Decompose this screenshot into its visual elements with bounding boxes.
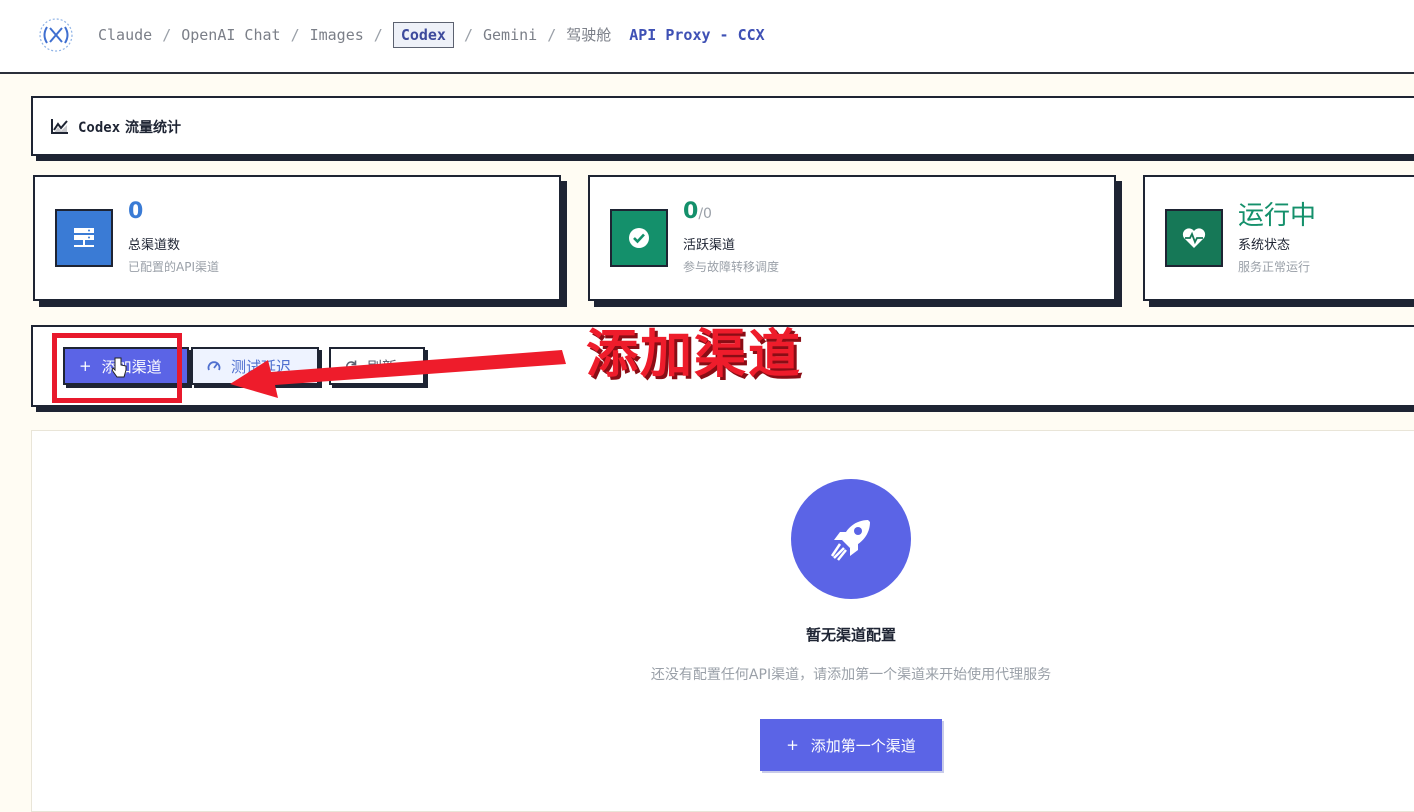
- add-channel-label: 添加渠道: [101, 357, 162, 376]
- mouse-cursor-icon: [112, 357, 127, 378]
- nav-gemini[interactable]: Gemini: [483, 26, 537, 44]
- test-latency-button[interactable]: 测试延迟: [191, 347, 319, 385]
- top-nav: Claude / OpenAI Chat / Images / Codex / …: [0, 0, 1414, 74]
- plus-icon: +: [786, 736, 799, 754]
- total-channels-desc: 已配置的API渠道: [128, 260, 219, 274]
- add-first-channel-button[interactable]: + 添加第一个渠道: [760, 719, 942, 771]
- card-active-channels: 0/0 活跃渠道 参与故障转移调度: [588, 175, 1116, 301]
- system-status-value: 运行中: [1238, 201, 1317, 231]
- empty-state-title: 暂无渠道配置: [805, 626, 896, 644]
- card-total-channels: 0 总渠道数 已配置的API渠道: [33, 175, 561, 301]
- nav-separator: /: [162, 25, 172, 44]
- nav-claude[interactable]: Claude: [98, 26, 152, 44]
- chart-line-icon: [51, 119, 68, 134]
- system-status-label: 系统状态: [1238, 238, 1291, 253]
- card-system-status: 运行中 系统状态 服务正常运行: [1143, 175, 1414, 301]
- system-status-desc: 服务正常运行: [1238, 260, 1311, 274]
- stats-header-label: Codex 流量统计: [78, 117, 181, 137]
- heart-pulse-icon: [1165, 209, 1223, 267]
- breadcrumb: Claude / OpenAI Chat / Images / Codex / …: [98, 21, 765, 48]
- server-icon: [55, 209, 113, 267]
- nav-cockpit[interactable]: 驾驶舱: [566, 24, 611, 45]
- refresh-label: 刷新: [367, 357, 398, 376]
- plus-icon: +: [79, 357, 92, 375]
- active-channels-total: /0: [698, 206, 712, 222]
- nav-separator: /: [547, 25, 557, 44]
- test-latency-label: 测试延迟: [231, 357, 292, 376]
- rocket-icon: [791, 479, 911, 599]
- nav-separator: /: [463, 25, 473, 44]
- stats-header-codex: Codex: [78, 120, 121, 136]
- nav-separator: /: [290, 25, 300, 44]
- active-channels-count: 0: [683, 199, 699, 224]
- empty-state-subtitle: 还没有配置任何API渠道，请添加第一个渠道来开始使用代理服务: [650, 667, 1052, 683]
- speedometer-icon: [207, 361, 221, 371]
- refresh-icon: [345, 360, 357, 372]
- traffic-stats-header[interactable]: Codex 流量统计: [31, 96, 1414, 156]
- nav-images[interactable]: Images: [310, 26, 364, 44]
- nav-openai-chat[interactable]: OpenAI Chat: [181, 26, 280, 44]
- app-logo-icon[interactable]: [38, 17, 74, 53]
- total-channels-label: 总渠道数: [128, 238, 181, 253]
- active-channels-value: 0/0: [683, 199, 712, 224]
- add-first-channel-label: 添加第一个渠道: [810, 736, 916, 755]
- active-channels-desc: 参与故障转移调度: [683, 260, 780, 274]
- annotation-label: 添加渠道: [586, 325, 803, 385]
- active-channels-label: 活跃渠道: [683, 238, 736, 253]
- nav-codex[interactable]: Codex: [392, 21, 454, 48]
- brand-title: API Proxy - CCX: [629, 25, 765, 44]
- refresh-button[interactable]: 刷新: [329, 347, 425, 385]
- check-circle-icon: [610, 209, 668, 267]
- stats-header-title: 流量统计: [125, 120, 182, 136]
- nav-separator: /: [373, 25, 383, 44]
- empty-state-panel: 暂无渠道配置 还没有配置任何API渠道，请添加第一个渠道来开始使用代理服务 + …: [31, 430, 1414, 812]
- total-channels-value: 0: [128, 199, 144, 224]
